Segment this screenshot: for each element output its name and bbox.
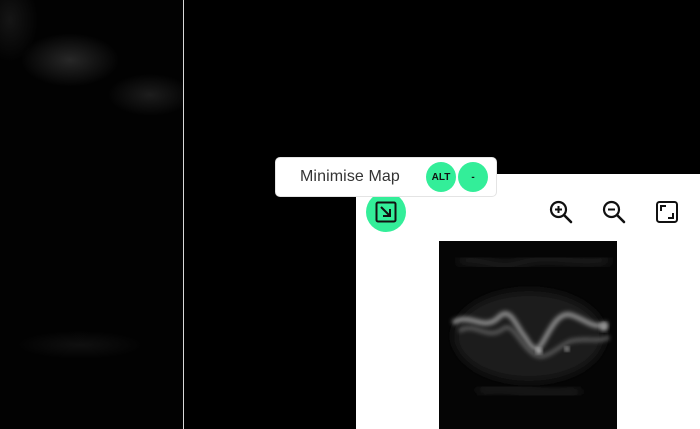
minimise-map-button[interactable] [366,192,406,232]
viewport-divider[interactable] [183,0,184,429]
zoom-in-icon [549,200,573,224]
minimap-panel [356,174,700,429]
shortcut-key-alt: ALT [426,162,456,192]
fit-screen-icon [656,201,678,223]
arrow-down-right-box-icon [375,201,397,223]
app-stage: Minimise Map ALT - [0,0,700,429]
minimap-thumbnail[interactable] [439,241,617,429]
minimise-map-tooltip: Minimise Map ALT - [275,157,497,197]
left-viewport[interactable] [0,0,183,429]
zoom-out-icon [602,200,626,224]
zoom-out-button[interactable] [600,198,628,226]
tooltip-label: Minimise Map [300,168,400,185]
shortcut-key-minus: - [458,162,488,192]
tissue-thumbnail-image [451,256,611,398]
fit-screen-button[interactable] [653,198,681,226]
zoom-in-button[interactable] [547,198,575,226]
